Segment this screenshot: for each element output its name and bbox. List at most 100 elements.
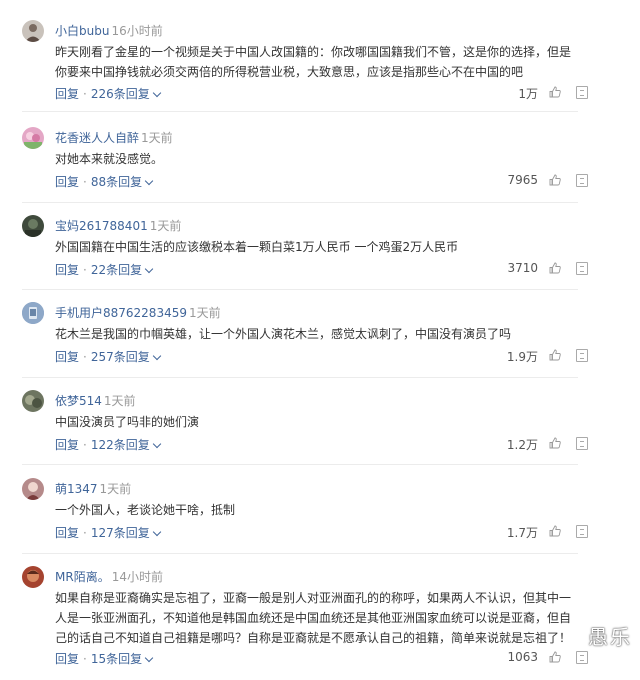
chevron-down-icon[interactable] — [144, 264, 154, 274]
separator-dot: · — [83, 87, 87, 101]
replies-count[interactable]: 226条回复 — [91, 87, 150, 101]
comment-item: MR陌离。 14小时前 如果自称是亚裔确实是忘祖了，亚裔一般是别人对亚洲面孔的的称… — [0, 566, 640, 680]
replies-count[interactable]: 122条回复 — [91, 438, 150, 452]
comment-actions: 回复 · 257条回复 — [55, 348, 161, 365]
username[interactable]: 萌1347 — [55, 482, 98, 496]
comment-author[interactable]: 小白bubu 16小时前 — [55, 22, 163, 39]
thumbs-up-icon[interactable] — [549, 525, 561, 537]
timestamp: 1天前 — [103, 394, 136, 408]
username[interactable]: 依梦514 — [55, 394, 102, 408]
report-icon[interactable] — [576, 525, 588, 538]
chevron-down-icon[interactable] — [152, 527, 161, 537]
timestamp: 14小时前 — [111, 570, 163, 584]
avatar[interactable] — [22, 127, 44, 149]
thumbs-up-icon[interactable] — [549, 86, 561, 98]
replies-count[interactable]: 257条回复 — [91, 350, 150, 364]
comment-text: 花木兰是我国的巾帼英雄，让一个外国人演花木兰，感觉太讽刺了，中国没有演员了吗 — [55, 327, 512, 341]
like-count: 1063 — [507, 650, 538, 664]
like-count: 1.2万 — [506, 438, 538, 452]
report-icon[interactable] — [576, 86, 588, 99]
reply-link[interactable]: 回复 — [55, 87, 79, 101]
divider — [22, 553, 578, 554]
view-replies-link[interactable]: 127条回复 — [91, 526, 161, 540]
chevron-down-icon[interactable] — [144, 653, 154, 663]
reply-link[interactable]: 回复 — [55, 438, 79, 452]
chevron-down-icon[interactable] — [152, 439, 161, 449]
divider — [22, 377, 578, 378]
comment-item: 小白bubu 16小时前 昨天刚看了金星的一个视频是关于中国人改国籍的：你改哪国国… — [0, 20, 640, 112]
comment-actions: 回复 · 226条回复 — [55, 85, 161, 102]
username[interactable]: 花香迷人人自醉 — [55, 131, 139, 145]
view-replies-link[interactable]: 226条回复 — [91, 87, 161, 101]
thumbs-up-icon[interactable] — [549, 262, 561, 274]
reply-link[interactable]: 回复 — [55, 526, 79, 540]
view-replies-link[interactable]: 88条回复 — [91, 175, 154, 189]
like-count: 3710 — [507, 261, 538, 275]
reply-link[interactable]: 回复 — [55, 175, 79, 189]
avatar[interactable] — [22, 20, 44, 42]
replies-count[interactable]: 15条回复 — [91, 652, 142, 666]
chevron-down-icon[interactable] — [144, 176, 154, 186]
comment-text: 一个外国人，老谈论她干啥，抵制 — [55, 503, 236, 517]
timestamp: 1天前 — [99, 482, 132, 496]
username[interactable]: 小白bubu — [55, 24, 109, 38]
report-icon[interactable] — [576, 262, 588, 275]
comment-author[interactable]: 依梦514 1天前 — [55, 392, 136, 409]
view-replies-link[interactable]: 15条回复 — [91, 652, 154, 666]
comment-text: 如果自称是亚裔确实是忘祖了，亚裔一般是别人对亚洲面孔的的称呼，如果两人不认识，但… — [55, 591, 572, 645]
comment-item: 萌1347 1天前 一个外国人，老谈论她干啥，抵制 回复 · 127条回复 1.7万 — [0, 478, 640, 554]
watermark: 愚乐 — [588, 625, 632, 649]
username[interactable]: 宝妈261788401 — [55, 219, 148, 233]
comment-actions: 回复 · 122条回复 — [55, 436, 161, 453]
comment-author[interactable]: 花香迷人人自醉 1天前 — [55, 129, 173, 146]
comment-actions: 回复 · 127条回复 — [55, 524, 161, 541]
comment-text: 对她本来就没感觉。 — [55, 152, 164, 166]
replies-count[interactable]: 127条回复 — [91, 526, 150, 540]
username[interactable]: 手机用户88762283459 — [55, 306, 187, 320]
replies-count[interactable]: 88条回复 — [91, 175, 142, 189]
report-icon[interactable] — [576, 349, 588, 362]
view-replies-link[interactable]: 122条回复 — [91, 438, 161, 452]
timestamp: 1天前 — [188, 306, 221, 320]
separator-dot: · — [83, 526, 87, 540]
comment-actions: 回复 · 88条回复 — [55, 173, 154, 190]
timestamp: 1天前 — [149, 219, 182, 233]
avatar[interactable] — [22, 478, 44, 500]
comment-author[interactable]: 萌1347 1天前 — [55, 480, 131, 497]
like-count: 1.7万 — [506, 526, 538, 540]
timestamp: 1天前 — [141, 131, 173, 145]
comment-author[interactable]: 宝妈261788401 1天前 — [55, 217, 181, 234]
like-count: 7965 — [507, 173, 538, 187]
comment-item: 花香迷人人自醉 1天前 对她本来就没感觉。 回复 · 88条回复 7965 — [0, 127, 640, 203]
divider — [22, 202, 578, 203]
avatar[interactable] — [22, 215, 44, 237]
report-icon[interactable] — [576, 174, 588, 187]
username[interactable]: MR陌离。 — [55, 570, 110, 584]
avatar[interactable] — [22, 566, 44, 588]
chevron-down-icon[interactable] — [152, 88, 161, 98]
divider — [22, 289, 578, 290]
reply-link[interactable]: 回复 — [55, 652, 79, 666]
comment-author[interactable]: MR陌离。 14小时前 — [55, 568, 163, 585]
comment-actions: 回复 · 15条回复 — [55, 650, 154, 667]
avatar[interactable] — [22, 302, 44, 324]
report-icon[interactable] — [576, 651, 588, 664]
reply-link[interactable]: 回复 — [55, 263, 79, 277]
comment-text: 昨天刚看了金星的一个视频是关于中国人改国籍的：你改哪国国籍我们不管，这是你的选择… — [55, 45, 572, 79]
comment-item: 依梦514 1天前 中国没演员了吗非的她们演 回复 · 122条回复 1.2万 — [0, 390, 640, 465]
like-count: 1万 — [518, 87, 538, 101]
separator-dot: · — [83, 438, 87, 452]
report-icon[interactable] — [576, 437, 588, 450]
avatar[interactable] — [22, 390, 44, 412]
view-replies-link[interactable]: 257条回复 — [91, 350, 161, 364]
thumbs-up-icon[interactable] — [549, 437, 561, 449]
thumbs-up-icon[interactable] — [549, 174, 561, 186]
separator-dot: · — [83, 350, 87, 364]
chevron-down-icon[interactable] — [152, 351, 161, 361]
reply-link[interactable]: 回复 — [55, 350, 79, 364]
view-replies-link[interactable]: 22条回复 — [91, 263, 154, 277]
thumbs-up-icon[interactable] — [549, 349, 561, 361]
thumbs-up-icon[interactable] — [549, 651, 561, 663]
replies-count[interactable]: 22条回复 — [91, 263, 142, 277]
comment-author[interactable]: 手机用户88762283459 1天前 — [55, 304, 221, 321]
